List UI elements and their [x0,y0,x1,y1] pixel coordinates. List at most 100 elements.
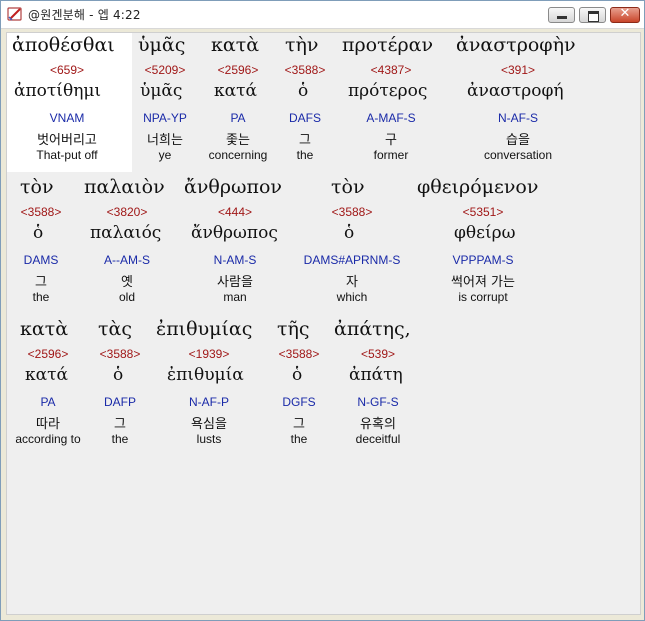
greek-word: τὸν [20,176,54,198]
strong-number: <3588> [99,347,141,361]
lemma: πρότερος [348,81,428,101]
lemma: φθείρω [454,223,516,243]
korean-gloss: 따라 [36,417,60,432]
lemma: κατά [214,81,257,101]
verse-line-3: κατὰ <2596> κατά PA 따라 according to τὰς … [7,318,642,458]
parse-code: DGFS [282,395,316,409]
app-icon [7,7,22,21]
greek-word: τῆς [277,318,310,340]
strong-number: <3820> [106,205,148,219]
korean-gloss: 옛 [121,275,133,290]
lemma: κατά [25,365,68,385]
english-gloss: lusts [196,432,222,446]
korean-gloss: 좇는 [226,133,250,148]
lemma: ὁ [298,81,309,101]
parse-code: N-AF-P [189,395,229,409]
maximize-icon [588,11,599,22]
strong-number: <3588> [284,63,326,77]
english-gloss: concerning [208,148,268,162]
greek-word: προτέραν [342,34,434,56]
korean-gloss: 벗어버리고 [37,133,97,148]
lemma: ἀναστροφή [467,81,564,101]
korean-gloss: 썩어져 가는 [451,275,515,290]
korean-gloss: 욕심을 [191,417,227,432]
korean-gloss: 그 [35,275,47,290]
strong-number: <2596> [217,63,259,77]
parse-code: VPPPAM-S [452,253,514,267]
minimize-button[interactable] [548,7,575,23]
english-gloss: man [223,290,247,304]
window-title: @원겐분해 - 엡 4:22 [28,8,141,22]
lemma: ὁ [344,223,355,243]
interlinear-panel[interactable]: ἀποθέσθαι <659> ἀποτίθημι VNAM 벗어버리고 Tha… [6,32,641,615]
greek-word: τὰς [98,318,132,340]
greek-word: ὑμᾶς [138,34,186,56]
title-bar[interactable]: @원겐분해 - 엡 4:22 ✕ [1,1,644,29]
minimize-icon [557,16,567,19]
strong-number: <2596> [27,347,69,361]
korean-gloss: 사람을 [217,275,253,290]
lemma: ὁ [33,223,44,243]
parse-code: A--AM-S [104,253,150,267]
strong-number: <539> [360,347,396,361]
greek-word: ἀποθέσθαι [12,34,115,56]
english-gloss: the [296,148,314,162]
app-window: @원겐분해 - 엡 4:22 ✕ ἀποθέσθαι <659> ἀποτίθη… [0,0,645,621]
english-gloss: the [111,432,129,446]
strong-number: <659> [49,63,85,77]
greek-word: ἄνθρωπον [184,176,282,198]
greek-word: τὴν [285,34,319,56]
lemma: ἐπιθυμία [167,365,244,385]
english-gloss: is corrupt [458,290,508,304]
maximize-button[interactable] [579,7,606,23]
parse-code: DAMS [23,253,59,267]
lemma: ὑμᾶς [140,81,183,101]
greek-word: τὸν [331,176,365,198]
strong-number: <3588> [20,205,62,219]
korean-gloss: 그 [114,417,126,432]
parse-code: N-AM-S [213,253,257,267]
greek-word: ἀναστροφὴν [456,34,576,56]
parse-code: PA [40,395,56,409]
korean-gloss: 너희는 [147,133,183,148]
strong-number: <4387> [370,63,412,77]
strong-number: <3588> [331,205,373,219]
korean-gloss: 그 [299,133,311,148]
strong-number: <5209> [144,63,186,77]
english-gloss: old [118,290,136,304]
parse-code: N-GF-S [357,395,399,409]
english-gloss: ye [158,148,172,162]
greek-word: ἐπιθυμίας [156,318,253,340]
korean-gloss: 유혹의 [360,417,396,432]
korean-gloss: 습을 [506,133,530,148]
greek-word: κατὰ [211,34,260,56]
english-gloss: former [373,148,409,162]
lemma: παλαιός [90,223,162,243]
english-gloss: according to [15,432,81,446]
greek-word: φθειρόμενον [417,176,539,198]
strong-number: <1939> [188,347,230,361]
parse-code: PA [230,111,246,125]
korean-gloss: 자 [346,275,358,290]
english-gloss: conversation [483,148,553,162]
verse-line-1: ἀποθέσθαι <659> ἀποτίθημι VNAM 벗어버리고 Tha… [7,34,642,174]
korean-gloss: 그 [293,417,305,432]
parse-code: NPA-YP [143,111,187,125]
parse-code: DAFS [288,111,322,125]
strong-number: <5351> [462,205,504,219]
english-gloss: deceitful [355,432,401,446]
close-icon: ✕ [619,6,631,21]
parse-code: A-MAF-S [366,111,416,125]
verse-line-2: τὸν <3588> ὁ DAMS 그 the παλαιὸν <3820> π… [7,176,642,316]
english-gloss: the [32,290,50,304]
korean-gloss: 구 [385,133,397,148]
parse-code: DAFP [103,395,137,409]
parse-code: N-AF-S [498,111,538,125]
greek-word: ἀπάτης, [334,318,411,340]
parse-code: DAMS#APRNM-S [303,253,401,267]
lemma: ἄνθρωπος [191,223,278,243]
lemma: ὁ [292,365,303,385]
english-gloss: the [290,432,308,446]
close-button[interactable]: ✕ [610,6,640,23]
lemma: ἀποτίθημι [14,81,102,101]
